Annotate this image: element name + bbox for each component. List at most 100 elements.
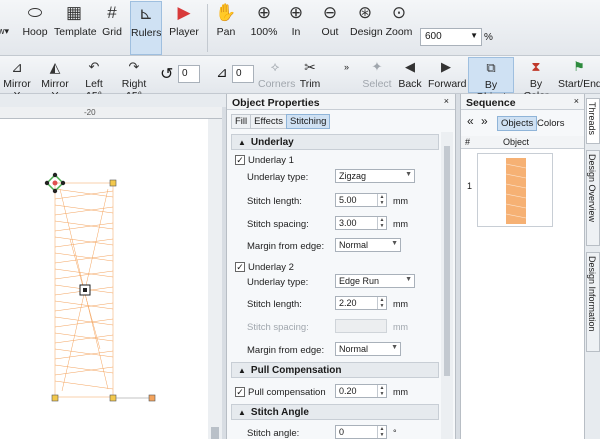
underlay1-spacing-stepper[interactable]: 3.00 ▲ ▼ bbox=[335, 216, 387, 230]
underlay2-checkbox[interactable]: ✓ bbox=[235, 262, 245, 272]
chevron-up-icon: ▲ bbox=[238, 408, 246, 417]
chevron-down-icon: ▼ bbox=[470, 31, 478, 40]
back-button[interactable]: ◀ Back bbox=[396, 58, 424, 90]
overflow-icon[interactable]: » bbox=[344, 62, 349, 72]
zoom-in-icon: ⊕ bbox=[288, 3, 304, 22]
start-end-button[interactable]: ⚑ Start/End bbox=[558, 58, 600, 90]
tab-fill[interactable]: Fill bbox=[231, 114, 252, 129]
tab-design-information[interactable]: Design Information bbox=[586, 252, 600, 352]
stitch-angle-stepper[interactable]: 0 ▲ ▼ bbox=[335, 425, 387, 439]
chevron-down-icon: ▼ bbox=[391, 344, 398, 351]
chevron-down-icon: ▼ bbox=[391, 240, 398, 247]
zoom-100-button[interactable]: ⊕ 100% bbox=[248, 2, 280, 38]
tab-stitching[interactable]: Stitching bbox=[286, 114, 331, 129]
zoom-level-select[interactable]: 600 ▼ bbox=[420, 28, 482, 46]
underlay1-checkbox[interactable]: ✓ bbox=[235, 155, 245, 165]
sequence-header: Sequence × bbox=[461, 94, 585, 110]
grid-icon: # bbox=[107, 3, 117, 22]
sequence-mode-colors[interactable]: Colors bbox=[533, 116, 568, 131]
grid-button[interactable]: # Grid bbox=[98, 2, 126, 38]
menu-overflow[interactable]: w▾ bbox=[0, 26, 9, 37]
slant-angle-input[interactable]: 0 bbox=[232, 65, 254, 83]
select-button[interactable]: ✦ Select bbox=[362, 58, 392, 90]
sequence-panel: Sequence × « » Objects Colors # Object 1 bbox=[460, 94, 585, 439]
zoom-in-button[interactable]: ⊕ In bbox=[284, 2, 308, 38]
object-properties-header: Object Properties × bbox=[227, 94, 455, 110]
properties-scrollbar[interactable] bbox=[441, 132, 453, 439]
rotate-left-icon: ↶ bbox=[88, 59, 100, 74]
chevron-down-icon: ▼ bbox=[405, 171, 412, 178]
stitch-angle-label: Stitch angle: bbox=[247, 428, 300, 439]
underlay2-spacing-stepper bbox=[335, 319, 387, 333]
scrollbar-thumb[interactable] bbox=[211, 427, 219, 439]
horizontal-ruler: -20 bbox=[0, 107, 222, 119]
zoom-button[interactable]: ⊙ Zoom bbox=[385, 2, 413, 38]
player-button[interactable]: ▶ Player bbox=[166, 2, 202, 38]
object-properties-panel: Object Properties × Fill Effects Stitching… bbox=[226, 94, 456, 439]
canvas-vertical-scrollbar[interactable] bbox=[208, 119, 222, 439]
spin-arrows-icon[interactable]: ▲ ▼ bbox=[377, 217, 386, 229]
slant-icon: ⊿ bbox=[216, 64, 228, 80]
play-icon: ▶ bbox=[177, 3, 191, 22]
underlay2-length-stepper[interactable]: 2.20 ▲ ▼ bbox=[335, 296, 387, 310]
spin-arrows-icon[interactable]: ▲ ▼ bbox=[377, 426, 386, 438]
sequence-column-headers: # Object bbox=[461, 136, 585, 148]
corners-button[interactable]: ⟡ Corners bbox=[258, 58, 295, 90]
sequence-mode-objects[interactable]: Objects bbox=[497, 116, 538, 131]
hoop-button[interactable]: ⬭ Hoop bbox=[20, 2, 50, 38]
rotate-icon: ↺ bbox=[160, 66, 174, 83]
pan-button[interactable]: ✋ Pan bbox=[212, 2, 240, 38]
spin-arrows-icon[interactable]: ▲ ▼ bbox=[377, 194, 386, 206]
underlay2-length-label: Stitch length: bbox=[247, 299, 302, 310]
edit-toolbar: ⊿ Mirror X ◭ Mirror Y ↶ Left 15° ↷ Right… bbox=[0, 56, 600, 103]
underlay1-label: Underlay 1 bbox=[248, 155, 294, 166]
rulers-button[interactable]: ⊾ Rulers bbox=[130, 1, 162, 55]
hoop-icon: ⬭ bbox=[27, 3, 43, 22]
rotate-angle-input[interactable]: 0 bbox=[178, 65, 200, 83]
mirror-x-icon: ⊿ bbox=[11, 59, 23, 75]
design-canvas[interactable] bbox=[0, 119, 222, 439]
underlay-section-header[interactable]: ▲ Underlay bbox=[231, 134, 439, 150]
underlay2-margin-select[interactable]: Normal ▼ bbox=[335, 342, 401, 356]
pull-compensation-checkbox[interactable]: ✓ bbox=[235, 387, 245, 397]
underlay1-margin-select[interactable]: Normal ▼ bbox=[335, 238, 401, 252]
hand-icon: ✋ bbox=[215, 3, 237, 22]
center-marker[interactable] bbox=[79, 284, 91, 296]
by-object-button[interactable]: ⧉ By Object bbox=[468, 57, 514, 103]
mirror-y-icon: ◭ bbox=[49, 59, 61, 75]
zoom-design-button[interactable]: ⊛ Design bbox=[350, 2, 383, 38]
underlay2-label: Underlay 2 bbox=[248, 262, 294, 273]
pin-icon[interactable]: × bbox=[444, 96, 449, 106]
triangle-right-icon: ▶ bbox=[441, 59, 451, 74]
forward-button[interactable]: ▶ Forward bbox=[428, 58, 467, 90]
rotate-right-icon: ↷ bbox=[128, 59, 140, 74]
side-tab-strip: Threads Design Overview Design Informati… bbox=[584, 94, 600, 439]
expand-all-icon[interactable]: » bbox=[481, 114, 488, 128]
underlay1-type-select[interactable]: Zigzag ▼ bbox=[335, 169, 415, 183]
tab-threads[interactable]: Threads bbox=[586, 98, 600, 144]
pull-compensation-label: Pull compensation bbox=[248, 387, 326, 398]
zoom-out-button[interactable]: ⊖ Out bbox=[318, 2, 342, 38]
spin-arrows-icon[interactable]: ▲ ▼ bbox=[377, 385, 386, 397]
pull-compensation-stepper[interactable]: 0.20 ▲ ▼ bbox=[335, 384, 387, 398]
zoom-out-icon: ⊖ bbox=[322, 3, 338, 22]
zoom-icon: ⊙ bbox=[391, 3, 407, 22]
scrollbar-thumb[interactable] bbox=[444, 146, 450, 376]
tab-effects[interactable]: Effects bbox=[250, 114, 288, 129]
spin-arrows-icon[interactable]: ▲ ▼ bbox=[377, 297, 386, 309]
tab-design-overview[interactable]: Design Overview bbox=[586, 150, 600, 246]
stitch-design[interactable] bbox=[0, 119, 208, 439]
stitch-angle-section-header[interactable]: ▲ Stitch Angle bbox=[231, 404, 439, 420]
collapse-all-icon[interactable]: « bbox=[467, 114, 474, 128]
main-toolbar: w▾ ⬭ Hoop ▦ Template # Grid ⊾ Rulers ▶ P… bbox=[0, 0, 600, 56]
sequence-row[interactable]: 1 bbox=[461, 151, 585, 229]
properties-tabs: Fill Effects Stitching bbox=[231, 114, 331, 129]
pull-compensation-section-header[interactable]: ▲ Pull Compensation bbox=[231, 362, 439, 378]
underlay1-length-stepper[interactable]: 5.00 ▲ ▼ bbox=[335, 193, 387, 207]
close-icon[interactable]: × bbox=[574, 96, 579, 106]
underlay2-type-select[interactable]: Edge Run ▼ bbox=[335, 274, 415, 288]
underlay1-type-label: Underlay type: bbox=[247, 172, 309, 183]
trim-button[interactable]: ✂ Trim bbox=[296, 58, 324, 90]
template-button[interactable]: ▦ Template bbox=[54, 2, 97, 38]
object-thumbnail bbox=[477, 153, 553, 227]
